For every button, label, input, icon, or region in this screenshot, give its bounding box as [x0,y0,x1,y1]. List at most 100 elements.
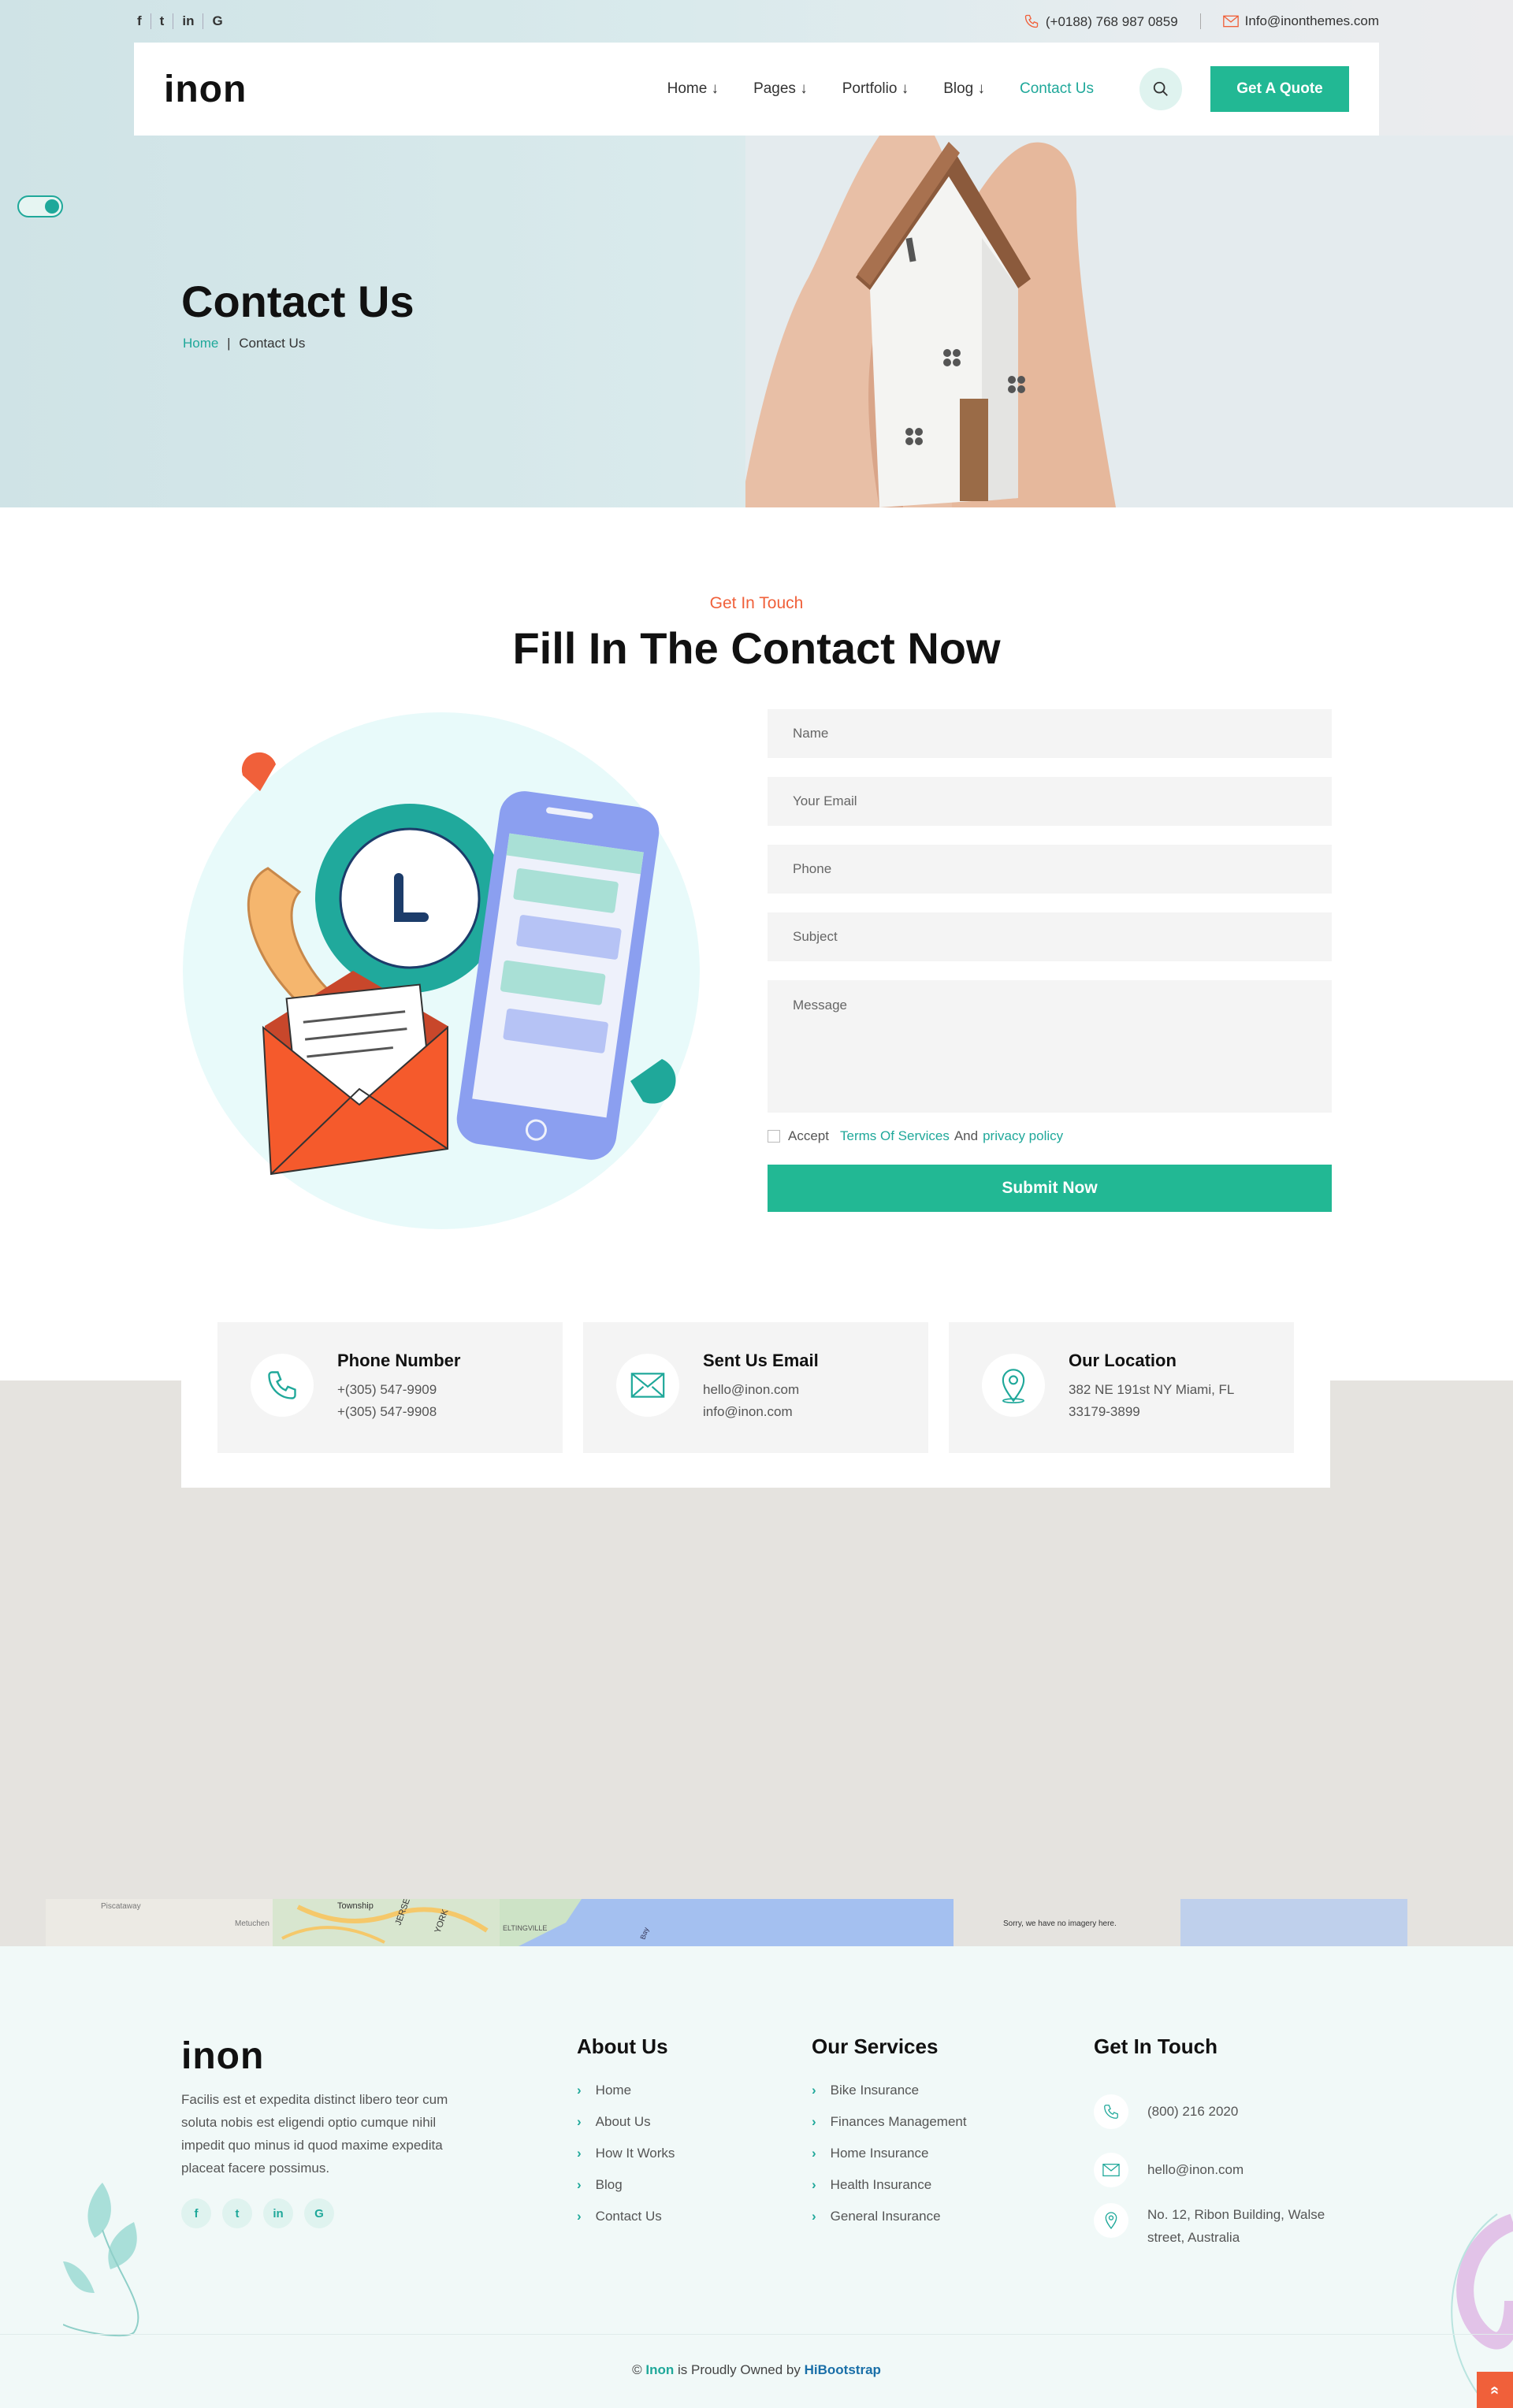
main-navbar: inon Home ↓ Pages ↓ Portfolio ↓ Blog ↓ C… [134,43,1379,136]
linkedin-icon[interactable]: in [263,2198,293,2228]
twitter-icon[interactable]: t [151,13,174,29]
footer-link[interactable]: › Home Insurance [812,2146,967,2161]
phone-icon-wrap [251,1354,314,1417]
logo-text: inon [164,68,247,110]
facebook-icon[interactable]: f [134,13,151,29]
mail-icon-wrap [616,1354,679,1417]
card-line[interactable]: info@inon.com [703,1404,793,1420]
map-label-township: Township [337,1901,374,1911]
copyright-brand-link[interactable]: Inon [645,2362,674,2377]
footer-link[interactable]: › Blog [577,2177,675,2193]
card-line[interactable]: +(305) 547-9908 [337,1404,437,1420]
nav-home[interactable]: Home ↓ [667,80,719,98]
chevrons-up-icon: « [1486,2385,1504,2395]
google-icon[interactable]: G [304,2198,334,2228]
footer-social-links: f t in G [181,2198,334,2228]
breadcrumb-home[interactable]: Home [183,336,218,351]
chevron-right-icon: › [577,2146,582,2161]
footer-link-label: Home Insurance [830,2146,929,2161]
divider [1199,13,1201,29]
footer-link[interactable]: › About Us [577,2114,675,2130]
footer-link[interactable]: › Health Insurance [812,2177,967,2193]
map-label-piscataway: Piscataway [101,1902,141,1911]
footer: inon Facilis est et expedita distinct li… [0,1946,1513,2408]
footer-link[interactable]: › Contact Us [577,2209,675,2224]
get-quote-button[interactable]: Get A Quote [1210,66,1349,112]
terms-row: Accept Terms Of Services And privacy pol… [768,1128,1332,1144]
phone-input[interactable]: Phone [768,845,1332,894]
name-input[interactable]: Name [768,709,1332,758]
footer-link-label: Bike Insurance [830,2083,920,2098]
footer-link[interactable]: › General Insurance [812,2209,967,2224]
copyright-owner-link[interactable]: HiBootstrap [805,2362,881,2377]
leaf-decoration [63,2183,139,2337]
nav-blog[interactable]: Blog ↓ [943,80,985,98]
card-title: Our Location [1069,1351,1177,1370]
and-label: And [954,1128,979,1143]
footer-link[interactable]: › Finances Management [812,2114,967,2130]
section-eyebrow: Get In Touch [709,594,804,612]
map-tiles: Piscataway Metuchen Township JERSEY YORK… [46,1899,1407,1946]
nav-contact[interactable]: Contact Us [1020,80,1094,98]
footer-phone[interactable]: (800) 216 2020 [1094,2094,1409,2129]
mail-icon [1094,2153,1128,2187]
chevron-right-icon: › [812,2209,816,2224]
back-to-top-button[interactable]: « [1477,2372,1513,2408]
footer-email[interactable]: hello@inon.com [1094,2153,1409,2187]
phone-icon [1024,14,1039,28]
mail-icon [1222,15,1239,28]
privacy-link[interactable]: privacy policy [983,1128,1063,1144]
top-phone[interactable]: (+0188) 768 987 0859 [1024,13,1178,30]
top-email[interactable]: Info@inonthemes.com [1222,13,1379,29]
footer-col-title: Our Services [812,2035,939,2058]
search-button[interactable] [1139,68,1182,110]
contact-info-panel: Phone Number +(305) 547-9909 +(305) 547-… [181,1305,1330,1488]
footer-link-label: Health Insurance [830,2177,932,2192]
card-line[interactable]: +(305) 547-9909 [337,1382,437,1398]
linkedin-icon[interactable]: in [173,13,204,29]
google-icon[interactable]: G [203,13,231,29]
footer-link[interactable]: › Home [577,2083,675,2098]
footer-email-text: hello@inon.com [1147,2162,1244,2177]
map-label-eltingville: ELTINGVILLE [503,1924,547,1932]
phone-card: Phone Number +(305) 547-9909 +(305) 547-… [217,1322,563,1453]
chevron-right-icon: › [577,2083,582,2098]
card-title: Phone Number [337,1351,461,1370]
submit-button[interactable]: Submit Now [768,1165,1332,1212]
top-email-text: Info@inonthemes.com [1244,13,1379,28]
logo[interactable]: inon [164,68,247,111]
footer-link-label: Blog [595,2177,623,2192]
phone-icon [268,1371,296,1399]
copyright: © Inon is Proudly Owned by HiBootstrap [0,2362,1513,2378]
nav-pages[interactable]: Pages ↓ [753,80,808,98]
contact-illustration [183,712,700,1229]
facebook-icon[interactable]: f [181,2198,211,2228]
nav-portfolio[interactable]: Portfolio ↓ [842,80,909,98]
footer-address: No. 12, Ribon Building, Walse street, Au… [1094,2203,1409,2249]
footer-services-column: Our Services › Bike Insurance › Finances M… [812,2035,967,2240]
twitter-icon[interactable]: t [222,2198,252,2228]
mail-icon [630,1373,665,1398]
card-line: 382 NE 191st NY Miami, FL [1069,1382,1235,1397]
top-phone-text: (+0188) 768 987 0859 [1045,13,1178,29]
hands-house-image [745,136,1513,507]
subject-input[interactable]: Subject [768,912,1332,961]
phone-icon [1094,2094,1128,2129]
footer-link-label: How It Works [595,2146,675,2161]
email-input[interactable]: Your Email [768,777,1332,826]
footer-link[interactable]: › Bike Insurance [812,2083,967,2098]
terms-link[interactable]: Terms Of Services [840,1128,950,1144]
map-label-metuchen: Metuchen [235,1919,270,1928]
footer-about-column: About Us › Home › About Us › How It Works ›… [577,2035,675,2240]
footer-logo[interactable]: inon [181,2035,264,2078]
card-line[interactable]: hello@inon.com [703,1382,799,1398]
message-textarea[interactable]: Message [768,980,1332,1113]
nav-menu: Home ↓ Pages ↓ Portfolio ↓ Blog ↓ Contac… [667,80,1094,98]
theme-toggle[interactable] [17,195,63,217]
top-bar: f t in G (+0188) 768 987 0859 Info@inont… [134,0,1379,43]
map-pin-icon [1002,1369,1025,1403]
accept-checkbox[interactable] [768,1130,780,1143]
footer-link[interactable]: › How It Works [577,2146,675,2161]
contact-form: Name Your Email Phone Subject Message Ac… [768,709,1332,1212]
footer-link-label: General Insurance [830,2209,941,2224]
